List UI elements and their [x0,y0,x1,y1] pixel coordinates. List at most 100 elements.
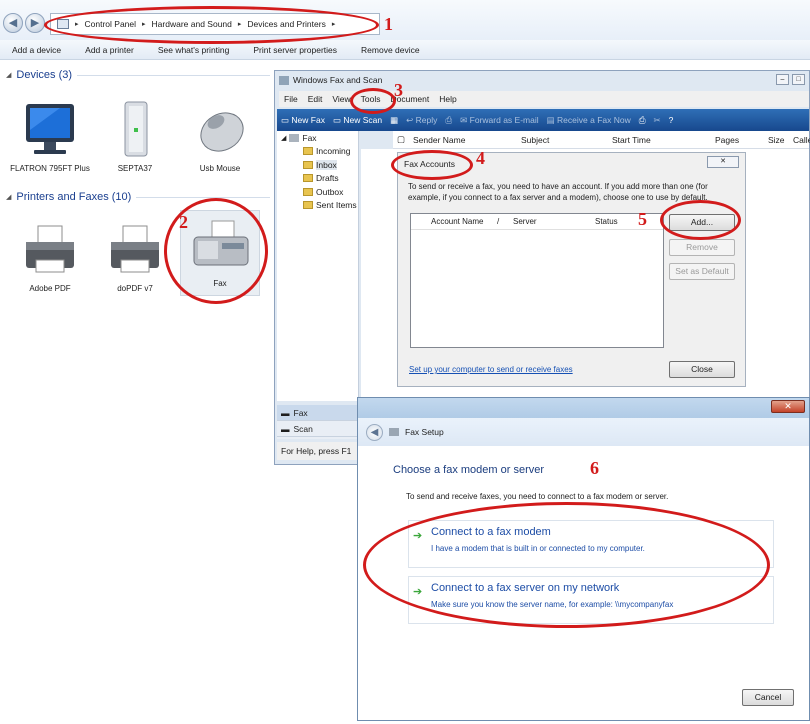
annotation-ring [350,88,396,114]
receive-fax-button[interactable]: ▤ Receive a Fax Now [547,115,631,126]
printer-adobe-pdf[interactable]: Adobe PDF [10,222,90,293]
folder-label: Inbox [316,159,337,170]
folder-icon [303,201,313,210]
menu-edit[interactable]: Edit [303,94,328,104]
menu-help[interactable]: Help [434,94,461,104]
forward-label: Forward as E-mail [469,114,539,125]
print-server-properties-button[interactable]: Print server properties [241,45,349,55]
column-account-name[interactable]: Account Name [431,217,483,226]
collapse-icon: ◢ [6,194,12,201]
print-icon[interactable]: ⎙ [445,115,452,126]
folder-tree: ◢ Fax Incoming Inbox Drafts Outbox Sent … [277,131,359,401]
print-icon[interactable]: ⎙ [639,115,646,126]
folder-icon [303,187,313,196]
dialog-header: ◀ Fax Setup [358,418,809,446]
nav-fax[interactable]: ▬ Fax [277,405,361,421]
fax-app-icon [279,75,289,85]
devices-heading: Devices (3) [16,69,73,81]
forward-button[interactable]: ▶ [25,13,45,33]
message-list-header: ▢ Sender Name Subject Start Time Pages S… [393,131,810,149]
column-start-time[interactable]: Start Time [612,135,651,145]
tree-item-drafts[interactable]: Drafts [277,172,358,186]
close-button[interactable]: Close [669,361,735,378]
back-arrow-icon[interactable]: ◀ [366,423,383,441]
see-printing-button[interactable]: See what's printing [146,45,242,55]
set-default-button[interactable]: Set as Default [669,263,735,280]
column-caller[interactable]: Caller [793,135,810,145]
fax-icon [289,133,300,142]
setup-intro: To send and receive faxes, you need to c… [406,492,669,501]
column-sender[interactable]: Sender Name [413,135,465,145]
tree-root-label: Fax [302,132,317,143]
add-device-button[interactable]: Add a device [0,45,73,55]
column-size[interactable]: Size [768,135,785,145]
window-title: Windows Fax and Scan [293,75,383,85]
new-scan-button[interactable]: ▭ New Scan [333,115,382,126]
device-label: Usb Mouse [199,164,241,173]
forward-email-button[interactable]: ✉ Forward as E-mail [460,115,538,126]
back-button[interactable]: ◀ [3,13,23,33]
annotation-ring [44,6,379,44]
annotation-number: 4 [476,148,485,168]
close-icon[interactable]: ✕ [771,400,805,413]
tree-item-inbox[interactable]: Inbox [277,158,358,172]
fax-icon: ▬ [281,407,290,418]
accounts-list[interactable]: Account Name / Server Status [410,213,664,348]
annotation-number: 3 [394,80,403,100]
add-printer-button[interactable]: Add a printer [73,45,146,55]
tree-item-incoming[interactable]: Incoming [277,145,358,159]
folder-icon [303,147,313,156]
device-computer[interactable]: SEPTA37 [95,100,175,173]
menu-file[interactable]: File [279,94,303,104]
fax-icon [389,428,399,436]
new-scan-label: New Scan [343,114,383,125]
remove-device-button[interactable]: Remove device [349,45,432,55]
nav-label: Fax [293,407,308,418]
computer-tower-icon [124,101,148,157]
doc-icon: ▢ [397,134,406,144]
tree-root-fax[interactable]: ◢ Fax [277,131,358,145]
maximize-button[interactable]: □ [792,74,805,85]
minimize-button[interactable]: – [776,74,789,85]
device-monitor[interactable]: FLATRON 795FT Plus [10,100,90,173]
annotation-ring [363,502,770,628]
close-icon[interactable]: ✕ [707,156,739,168]
monitor-icon [26,104,74,154]
cancel-button[interactable]: Cancel [742,689,794,706]
printer-icon [111,225,159,273]
column-status[interactable]: Status [595,217,618,226]
column-server[interactable]: Server [513,217,537,226]
annotation-ring [391,150,473,180]
view-icon[interactable]: ▦ [390,115,398,126]
fax-accounts-dialog: Fax Accounts ✕ To send or receive a fax,… [397,152,746,387]
devices-group-header[interactable]: ◢ Devices (3) [6,69,270,81]
tree-item-sent[interactable]: Sent Items [277,199,358,213]
annotation-ring [660,200,741,240]
annotation-number: 2 [179,212,188,232]
printers-heading: Printers and Faxes (10) [16,191,132,203]
help-icon[interactable]: ? [669,115,674,125]
delete-icon[interactable]: ✂ [654,115,661,126]
command-bar: Add a device Add a printer See what's pr… [0,40,810,60]
reply-label: Reply [415,114,438,125]
status-bar: For Help, press F1 [277,442,361,460]
setup-heading: Choose a fax modem or server [393,464,545,476]
reply-button[interactable]: ↩ Reply [406,115,437,126]
device-mouse[interactable]: Usb Mouse [180,100,260,173]
divider [77,74,270,76]
sort-icon: / [497,217,500,226]
printer-dopdf[interactable]: doPDF v7 [95,222,175,293]
setup-link[interactable]: Set up your computer to send or receive … [409,365,573,374]
folder-label: Outbox [316,186,344,197]
column-pages[interactable]: Pages [715,135,739,145]
remove-account-button[interactable]: Remove [669,239,735,256]
folder-icon [303,160,313,169]
nav-label: Scan [293,423,313,434]
folder-label: Incoming [316,146,351,157]
column-subject[interactable]: Subject [521,135,549,145]
new-fax-button[interactable]: ▭ New Fax [281,115,325,126]
nav-scan[interactable]: ▬ Scan [277,421,361,437]
tree-item-outbox[interactable]: Outbox [277,185,358,199]
device-label: SEPTA37 [117,164,153,173]
fax-toolbar: ▭ New Fax ▭ New Scan ▦ ↩ Reply ⎙ ✉ Forwa… [277,109,809,131]
